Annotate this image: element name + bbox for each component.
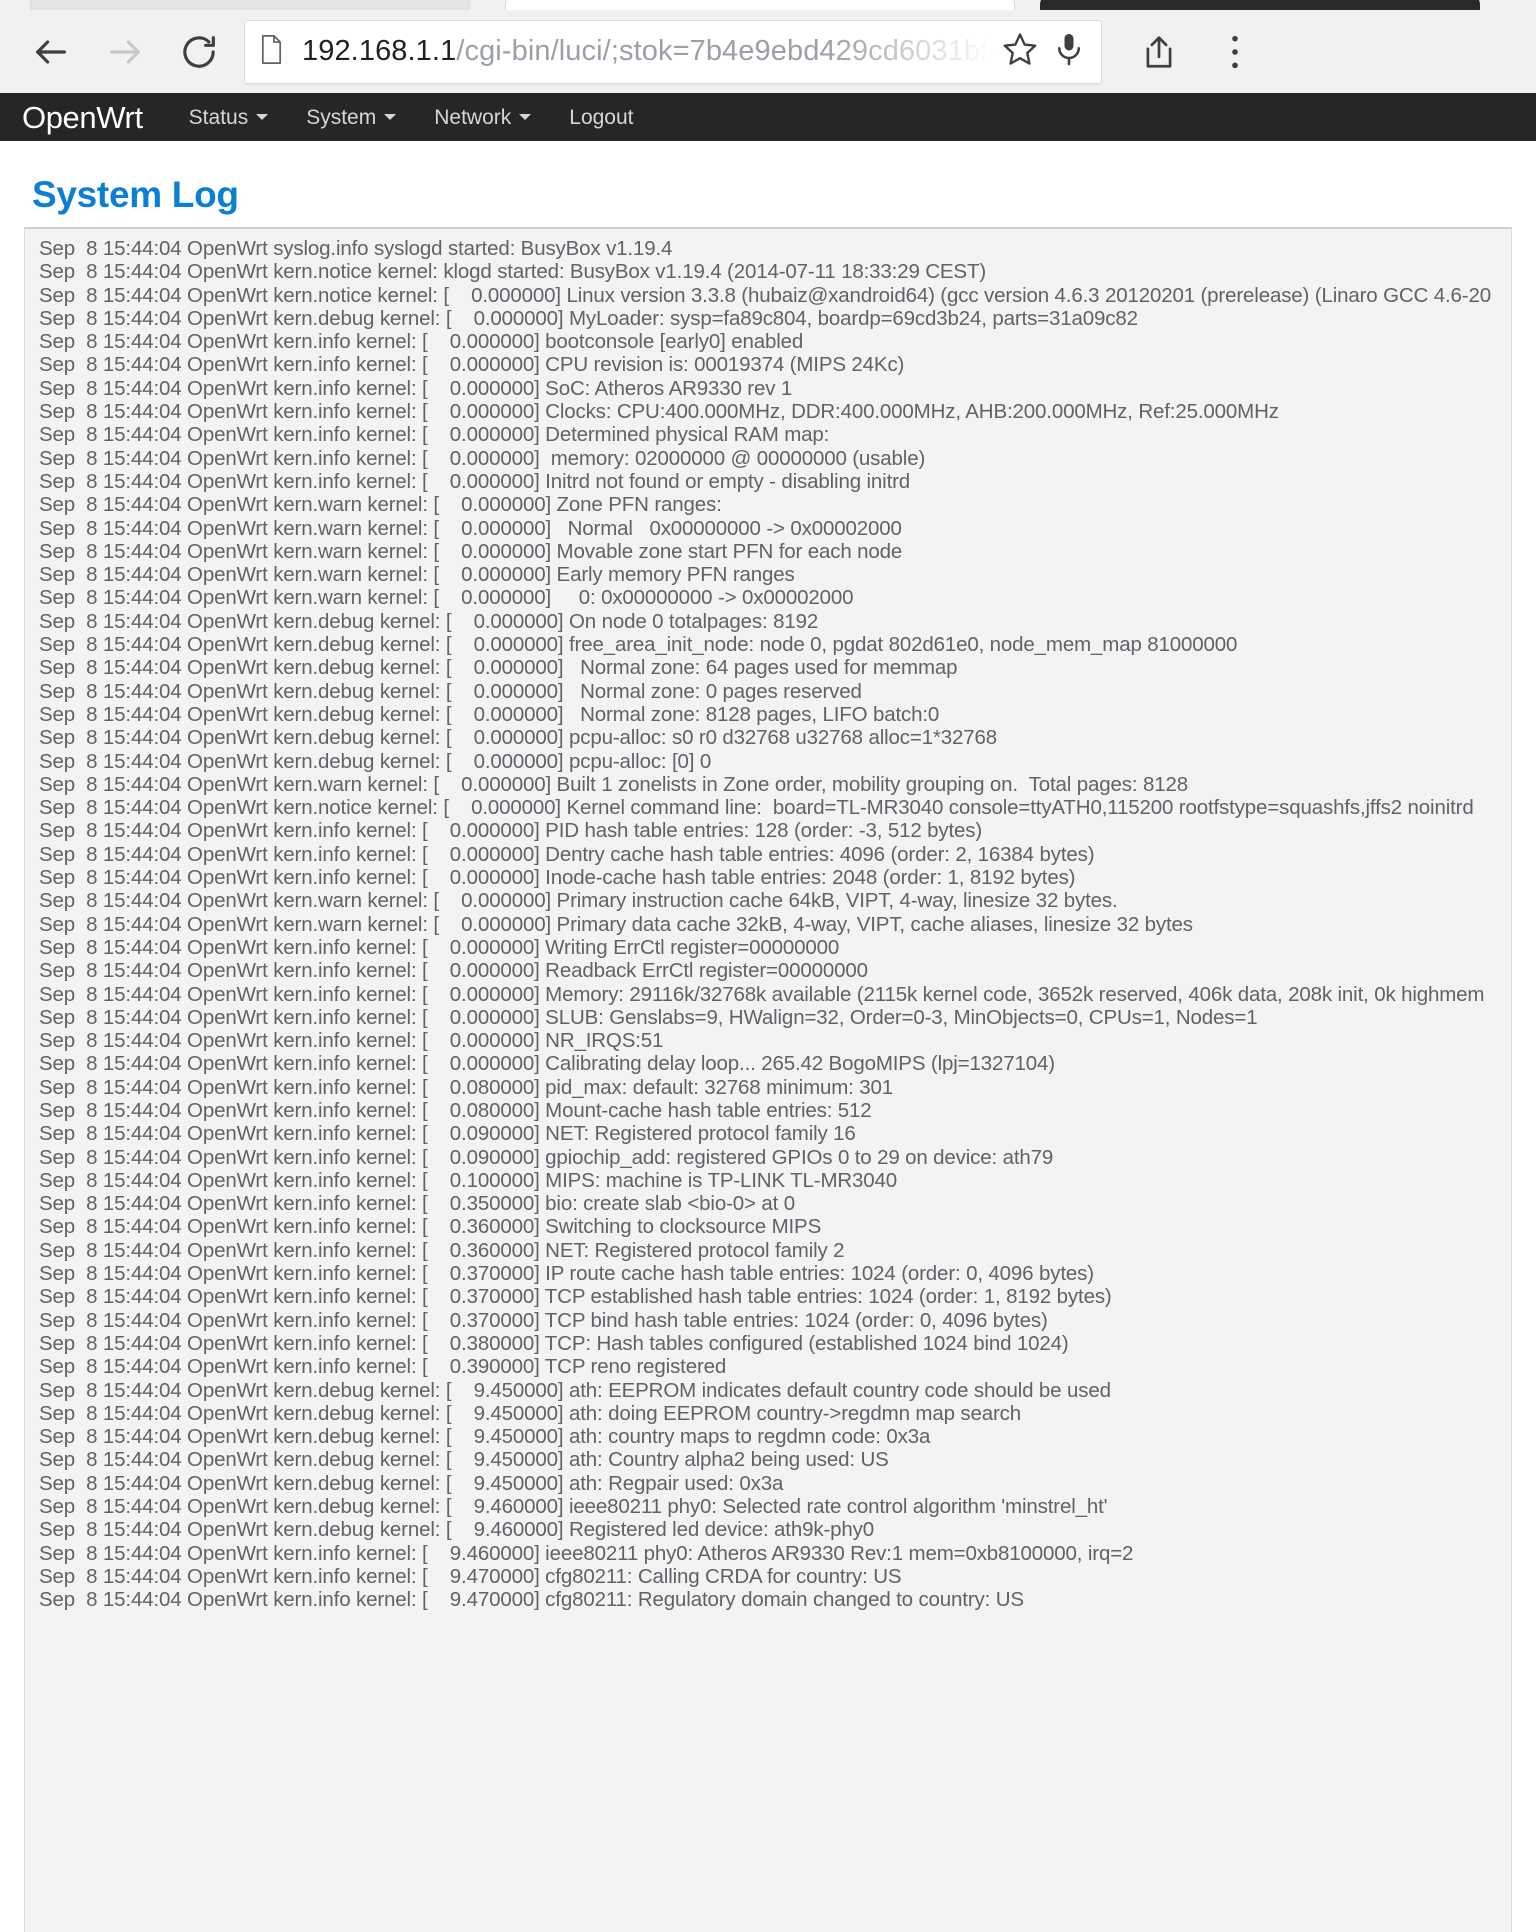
nav-item-label: Network: [434, 105, 512, 129]
page-title: System Log: [32, 174, 239, 215]
syslog-line: Sep 8 15:44:04 OpenWrt kern.debug kernel…: [39, 1518, 874, 1542]
nav-item-status[interactable]: Status: [189, 107, 269, 128]
syslog-line: Sep 8 15:44:04 OpenWrt kern.debug kernel…: [39, 633, 1238, 657]
syslog-line: Sep 8 15:44:04 OpenWrt kern.warn kernel:…: [39, 539, 903, 563]
microphone-icon[interactable]: [1051, 31, 1087, 72]
url-path: /cgi-bin/luci/;stok=7b4e9ebd429cd6031bf6…: [456, 37, 993, 66]
url-host: 192.168.1.1: [302, 37, 457, 66]
syslog-textarea[interactable]: Sep 8 15:44:04 OpenWrt syslog.info syslo…: [24, 227, 1512, 1932]
syslog-line: Sep 8 15:44:04 OpenWrt kern.warn kernel:…: [39, 889, 1118, 913]
syslog-line: Sep 8 15:44:04 OpenWrt kern.debug kernel…: [39, 679, 862, 703]
syslog-line: Sep 8 15:44:04 OpenWrt kern.info kernel:…: [39, 959, 868, 983]
chevron-down-icon: [519, 114, 532, 120]
url-text: 192.168.1.1/cgi-bin/luci/;stok=7b4e9ebd4…: [302, 37, 993, 66]
syslog-line: Sep 8 15:44:04 OpenWrt kern.info kernel:…: [39, 376, 793, 400]
syslog-line: Sep 8 15:44:04 OpenWrt kern.info kernel:…: [39, 1098, 872, 1122]
syslog-line: Sep 8 15:44:04 OpenWrt kern.info kernel:…: [39, 1588, 1024, 1612]
openwrt-brand[interactable]: OpenWrt: [22, 102, 143, 133]
syslog-line: Sep 8 15:44:04 OpenWrt kern.warn kernel:…: [39, 493, 722, 517]
syslog-line: Sep 8 15:44:04 OpenWrt kern.warn kernel:…: [39, 516, 902, 540]
syslog-line: Sep 8 15:44:04 OpenWrt kern.debug kernel…: [39, 609, 819, 633]
overflow-menu-icon[interactable]: [1198, 15, 1272, 89]
syslog-line: Sep 8 15:44:04 OpenWrt kern.info kernel:…: [39, 842, 1095, 866]
syslog-line: Sep 8 15:44:04 OpenWrt kern.info kernel:…: [39, 866, 1076, 890]
syslog-line: Sep 8 15:44:04 OpenWrt kern.info kernel:…: [39, 469, 911, 493]
syslog-line: Sep 8 15:44:04 OpenWrt kern.info kernel:…: [39, 1541, 1134, 1565]
syslog-line: Sep 8 15:44:04 OpenWrt kern.info kernel:…: [39, 446, 926, 470]
syslog-line: Sep 8 15:44:04 OpenWrt kern.info kernel:…: [39, 1355, 727, 1379]
syslog-line: Sep 8 15:44:04 OpenWrt kern.info kernel:…: [39, 819, 983, 843]
nav-item-logout[interactable]: Logout: [569, 107, 633, 128]
syslog-line: Sep 8 15:44:04 OpenWrt kern.info kernel:…: [39, 1285, 1112, 1309]
syslog-line: Sep 8 15:44:04 OpenWrt kern.info kernel:…: [39, 1122, 856, 1146]
syslog-line: Sep 8 15:44:04 OpenWrt kern.debug kernel…: [39, 1425, 931, 1449]
syslog-line: Sep 8 15:44:04 OpenWrt kern.info kernel:…: [39, 1052, 1055, 1076]
syslog-line: Sep 8 15:44:04 OpenWrt kern.debug kernel…: [39, 1378, 1111, 1402]
syslog-line: Sep 8 15:44:04 OpenWrt kern.info kernel:…: [39, 1192, 795, 1216]
syslog-line: Sep 8 15:44:04 OpenWrt kern.info kernel:…: [39, 935, 840, 959]
syslog-line: Sep 8 15:44:04 OpenWrt kern.info kernel:…: [39, 330, 804, 354]
syslog-line: Sep 8 15:44:04 OpenWrt kern.debug kernel…: [39, 656, 958, 680]
share-icon[interactable]: [1122, 15, 1196, 89]
syslog-line: Sep 8 15:44:04 OpenWrt kern.notice kerne…: [39, 283, 1491, 307]
syslog-line: Sep 8 15:44:04 OpenWrt kern.notice kerne…: [39, 260, 987, 284]
syslog-line: Sep 8 15:44:04 OpenWrt syslog.info syslo…: [39, 237, 673, 260]
nav-item-network[interactable]: Network: [434, 105, 532, 129]
syslog-line: Sep 8 15:44:04 OpenWrt kern.info kernel:…: [39, 1564, 902, 1588]
syslog-line: Sep 8 15:44:04 OpenWrt kern.info kernel:…: [39, 1308, 1048, 1332]
syslog-line: Sep 8 15:44:04 OpenWrt kern.debug kernel…: [39, 1495, 1108, 1519]
syslog-line: Sep 8 15:44:04 OpenWrt kern.debug kernel…: [39, 749, 712, 773]
browser-toolbar: 192.168.1.1/cgi-bin/luci/;stok=7b4e9ebd4…: [0, 10, 1536, 93]
syslog-line: Sep 8 15:44:04 OpenWrt kern.debug kernel…: [39, 1448, 889, 1472]
browser-tab-active[interactable]: [505, 0, 1015, 10]
tab-strip: [0, 0, 1536, 10]
syslog-line: Sep 8 15:44:04 OpenWrt kern.info kernel:…: [39, 1145, 1054, 1169]
browser-tab[interactable]: [30, 0, 470, 10]
syslog-line: Sep 8 15:44:04 OpenWrt kern.warn kernel:…: [39, 772, 1188, 796]
syslog-line: Sep 8 15:44:04 OpenWrt kern.debug kernel…: [39, 306, 1138, 330]
syslog-line: Sep 8 15:44:04 OpenWrt kern.debug kernel…: [39, 702, 940, 726]
syslog-line: Sep 8 15:44:04 OpenWrt kern.debug kernel…: [39, 1471, 784, 1495]
syslog-line: Sep 8 15:44:04 OpenWrt kern.info kernel:…: [39, 1238, 845, 1262]
openwrt-navbar: OpenWrt Status System Network Logout: [0, 93, 1536, 141]
page-document-icon: [259, 34, 284, 70]
syslog-line: Sep 8 15:44:04 OpenWrt kern.info kernel:…: [39, 1331, 1069, 1355]
nav-item-label: Status: [188, 105, 249, 129]
browser-chrome: 192.168.1.1/cgi-bin/luci/;stok=7b4e9ebd4…: [0, 0, 1536, 93]
chevron-down-icon: [256, 114, 269, 120]
syslog-line: Sep 8 15:44:04 OpenWrt kern.warn kernel:…: [39, 586, 854, 610]
syslog-line: Sep 8 15:44:04 OpenWrt kern.info kernel:…: [39, 1029, 664, 1053]
page-content: System Log Sep 8 15:44:04 OpenWrt syslog…: [0, 176, 1536, 1932]
syslog-line: Sep 8 15:44:04 OpenWrt kern.debug kernel…: [39, 726, 998, 750]
syslog-line-list: Sep 8 15:44:04 OpenWrt syslog.info syslo…: [39, 237, 1511, 1612]
chevron-down-icon: [384, 114, 397, 120]
address-bar[interactable]: 192.168.1.1/cgi-bin/luci/;stok=7b4e9ebd4…: [244, 19, 1102, 84]
syslog-line: Sep 8 15:44:04 OpenWrt kern.notice kerne…: [39, 796, 1474, 820]
syslog-line: Sep 8 15:44:04 OpenWrt kern.info kernel:…: [39, 1075, 894, 1099]
syslog-line: Sep 8 15:44:04 OpenWrt kern.info kernel:…: [39, 1262, 1094, 1286]
back-arrow-icon[interactable]: [14, 15, 88, 89]
reload-icon[interactable]: [162, 15, 236, 89]
syslog-line: Sep 8 15:44:04 OpenWrt kern.info kernel:…: [39, 423, 830, 447]
syslog-line: Sep 8 15:44:04 OpenWrt kern.warn kernel:…: [39, 912, 1193, 936]
forward-arrow-icon[interactable]: [88, 15, 162, 89]
nav-item-system[interactable]: System: [306, 105, 397, 129]
syslog-line: Sep 8 15:44:04 OpenWrt kern.info kernel:…: [39, 1168, 898, 1192]
syslog-line: Sep 8 15:44:04 OpenWrt kern.debug kernel…: [39, 1401, 1021, 1425]
nav-item-label: System: [306, 105, 377, 129]
syslog-line: Sep 8 15:44:04 OpenWrt kern.info kernel:…: [39, 400, 1279, 424]
browser-tab[interactable]: [1040, 0, 1480, 10]
syslog-line: Sep 8 15:44:04 OpenWrt kern.warn kernel:…: [39, 563, 795, 587]
bookmark-star-icon[interactable]: [1001, 30, 1039, 73]
syslog-line: Sep 8 15:44:04 OpenWrt kern.info kernel:…: [39, 1215, 822, 1239]
syslog-line: Sep 8 15:44:04 OpenWrt kern.info kernel:…: [39, 353, 905, 377]
syslog-line: Sep 8 15:44:04 OpenWrt kern.info kernel:…: [39, 982, 1485, 1006]
syslog-line: Sep 8 15:44:04 OpenWrt kern.info kernel:…: [39, 1005, 1258, 1029]
nav-item-label: Logout: [569, 105, 634, 129]
